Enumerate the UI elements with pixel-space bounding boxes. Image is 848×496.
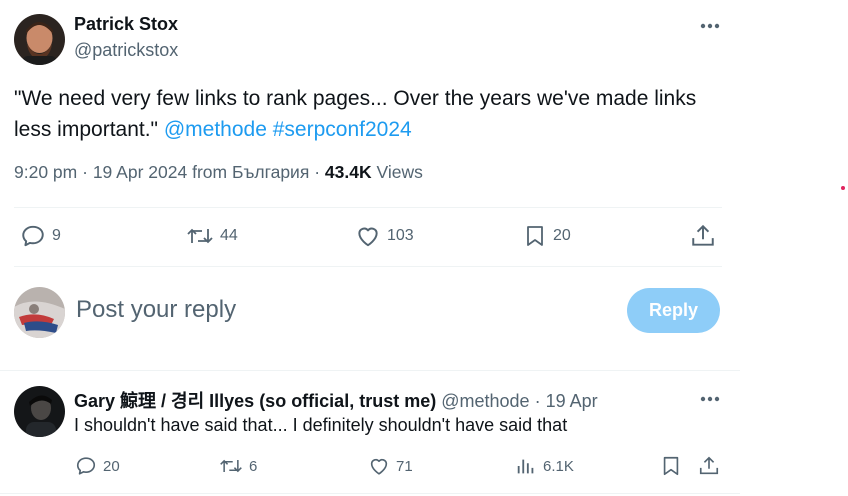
reply-share-action[interactable]	[698, 455, 720, 477]
reply-bubble-icon	[76, 457, 96, 475]
bookmark-icon	[663, 456, 679, 476]
divider	[14, 266, 722, 267]
like-action[interactable]: 103	[355, 223, 414, 249]
current-user-avatar-image	[14, 287, 65, 338]
reply-author-avatar-image	[14, 386, 65, 437]
retweet-count: 44	[220, 227, 238, 244]
bookmark-count: 20	[553, 227, 571, 244]
reply-more-button[interactable]	[698, 387, 722, 411]
reply-like-count: 71	[396, 457, 413, 475]
divider	[0, 370, 740, 371]
author-avatar-image	[14, 14, 65, 65]
bookmark-action[interactable]: 20	[523, 223, 571, 249]
views-bar-chart-icon	[517, 459, 534, 474]
reply-bookmark-action[interactable]	[660, 455, 682, 477]
reply-like-action[interactable]: 71	[368, 455, 413, 477]
tweet-location: България	[231, 162, 310, 182]
reply-author-avatar[interactable]	[14, 386, 65, 437]
retweet-icon	[187, 228, 213, 244]
retweet-action[interactable]: 44	[186, 223, 238, 249]
separator: ·	[82, 162, 93, 182]
reply-button[interactable]: Reply	[627, 288, 720, 333]
reply-date[interactable]: 19 Apr	[546, 391, 598, 411]
reply-retweet-count: 6	[249, 457, 258, 475]
from-prefix: from	[192, 162, 228, 182]
separator: ·	[314, 162, 325, 182]
heart-icon	[370, 458, 388, 475]
author-handle[interactable]: @patrickstox	[74, 40, 178, 61]
share-icon	[692, 224, 714, 246]
reply-views-action[interactable]: 6.1K	[515, 455, 574, 477]
reply-count: 9	[52, 227, 61, 244]
tweet-more-button[interactable]	[698, 14, 722, 38]
like-count: 103	[387, 227, 414, 244]
bookmark-icon	[527, 226, 543, 246]
current-user-avatar[interactable]	[14, 287, 65, 338]
hashtag-link[interactable]: #serpconf2024	[273, 118, 412, 141]
reply-author-handle[interactable]: @methode	[441, 391, 529, 411]
reply-header: Gary 鯨理 / 경리 Illyes (so official, trust …	[74, 387, 598, 413]
reply-text: I shouldn't have said that... I definite…	[74, 415, 568, 435]
views-count: 43.4K	[324, 162, 372, 182]
reply-views-count: 6.1K	[543, 457, 574, 475]
reply-author-name[interactable]: Gary 鯨理 / 경리 Illyes (so official, trust …	[74, 391, 436, 411]
tweet-time[interactable]: 9:20 pm	[14, 162, 77, 182]
author-avatar[interactable]	[14, 14, 65, 65]
reply-action[interactable]: 9	[20, 223, 61, 249]
divider	[14, 207, 722, 208]
share-icon	[699, 456, 719, 475]
separator: ·	[534, 391, 541, 411]
reply-reply-count: 20	[103, 457, 120, 475]
heart-icon	[358, 227, 378, 247]
mention-link[interactable]: @methode	[164, 118, 267, 141]
notification-dot	[841, 186, 845, 190]
tweet-date[interactable]: 19 Apr 2024	[93, 162, 187, 182]
reply-reply-action[interactable]: 20	[75, 455, 120, 477]
tweet-meta: 9:20 pm · 19 Apr 2024 from България · 43…	[14, 162, 423, 183]
divider	[0, 493, 740, 494]
reply-retweet-action[interactable]: 6	[219, 455, 257, 477]
reply-bubble-icon	[22, 225, 44, 247]
more-horizontal-icon	[700, 23, 720, 29]
share-action[interactable]	[690, 223, 716, 249]
tweet-text: "We need very few links to rank pages...…	[14, 83, 734, 145]
reply-input[interactable]: Post your reply	[76, 296, 236, 324]
views-label: Views	[376, 162, 423, 182]
author-name[interactable]: Patrick Stox	[74, 14, 178, 35]
more-horizontal-icon	[700, 396, 720, 402]
retweet-icon	[220, 459, 242, 473]
